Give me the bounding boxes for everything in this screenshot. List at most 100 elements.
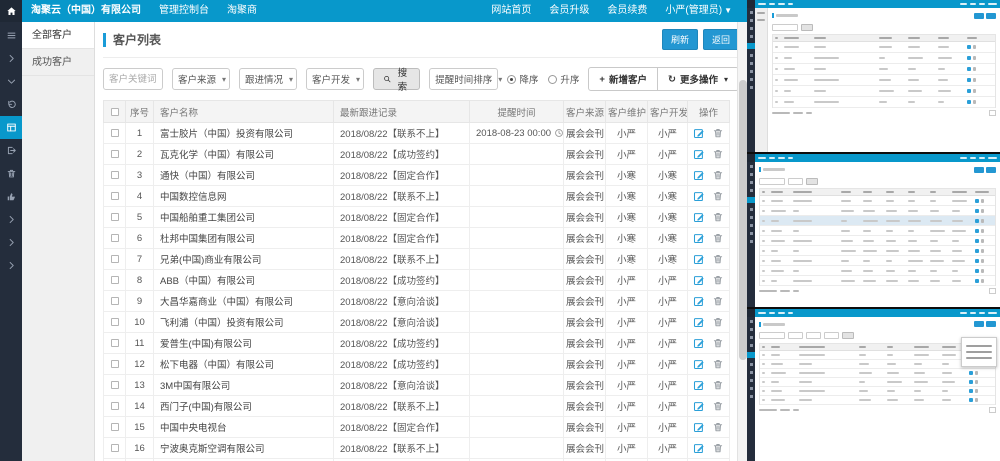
nav-admin-console[interactable]: 管理控制台: [150, 0, 218, 22]
delete-button[interactable]: [712, 337, 724, 349]
rail-item-chevron-down[interactable]: [0, 70, 22, 93]
delete-button[interactable]: [712, 169, 724, 181]
edit-button[interactable]: [693, 421, 705, 433]
mini-window-1[interactable]: [747, 0, 1000, 152]
edit-button[interactable]: [693, 337, 705, 349]
row-checkbox[interactable]: [111, 276, 119, 284]
edit-button[interactable]: [693, 274, 705, 286]
row-checkbox[interactable]: [111, 381, 119, 389]
edit-button[interactable]: [693, 358, 705, 370]
keyword-input[interactable]: [103, 68, 163, 90]
row-checkbox[interactable]: [111, 129, 119, 137]
edit-button[interactable]: [693, 316, 705, 328]
delete-button[interactable]: [712, 127, 724, 139]
search-button[interactable]: 搜索: [373, 68, 420, 90]
delete-button[interactable]: [712, 421, 724, 433]
row-checkbox[interactable]: [111, 255, 119, 263]
mini-window-2[interactable]: [747, 154, 1000, 306]
rail-item-trash[interactable]: [0, 162, 22, 185]
rail-item-hamburger[interactable]: [0, 24, 22, 47]
delete-button[interactable]: [712, 316, 724, 328]
edit-button[interactable]: [693, 253, 705, 265]
edit-button[interactable]: [693, 127, 705, 139]
chevron-down-icon: [6, 76, 17, 87]
edit-button[interactable]: [693, 379, 705, 391]
delete-button[interactable]: [712, 190, 724, 202]
delete-button[interactable]: [712, 232, 724, 244]
maintainer-cell: 小寒: [606, 165, 648, 186]
refresh-button[interactable]: 刷新: [662, 29, 698, 50]
brand-link[interactable]: 淘聚云（中国）有限公司: [22, 0, 150, 22]
nav-shop[interactable]: 淘聚商: [218, 0, 266, 22]
delete-button[interactable]: [712, 148, 724, 160]
rail-item-undo[interactable]: [0, 93, 22, 116]
rail-item-chevron-right[interactable]: [0, 47, 22, 70]
row-checkbox[interactable]: [111, 192, 119, 200]
edit-button[interactable]: [693, 232, 705, 244]
row-checkbox[interactable]: [111, 171, 119, 179]
row-checkbox[interactable]: [111, 234, 119, 242]
row-checkbox[interactable]: [111, 444, 119, 452]
add-customer-button[interactable]: +新增客户: [588, 67, 658, 91]
sidebar-item-success-customers[interactable]: 成功客户: [22, 49, 94, 76]
rail-item-table-active[interactable]: [0, 116, 22, 139]
rail-item-chevron-right[interactable]: [0, 254, 22, 277]
edit-button[interactable]: [693, 211, 705, 223]
row-checkbox[interactable]: [111, 318, 119, 326]
row-checkbox[interactable]: [111, 150, 119, 158]
sort-asc-radio[interactable]: 升序: [548, 72, 579, 86]
rail-item-thumbs-up[interactable]: [0, 185, 22, 208]
row-checkbox[interactable]: [111, 339, 119, 347]
rail-item-chevron-right[interactable]: [0, 231, 22, 254]
followup-select[interactable]: 跟进情况▾: [239, 68, 297, 90]
user-menu[interactable]: 小严(管理员)▼: [656, 0, 741, 22]
row-checkbox[interactable]: [111, 402, 119, 410]
develop-select[interactable]: 客户开发▾: [306, 68, 364, 90]
search-icon: [383, 74, 391, 84]
delete-button[interactable]: [712, 379, 724, 391]
row-checkbox[interactable]: [111, 423, 119, 431]
source-select[interactable]: 客户来源▾: [172, 68, 230, 90]
delete-button[interactable]: [712, 442, 724, 454]
select-all-checkbox[interactable]: [111, 108, 119, 116]
reminder-cell: [470, 375, 564, 396]
source-cell: 展会会刊: [564, 270, 606, 291]
edit-button[interactable]: [693, 190, 705, 202]
row-checkbox[interactable]: [111, 297, 119, 305]
edit-button[interactable]: [693, 169, 705, 181]
customer-table: 序号客户名称最新跟进记录提醒时间客户来源客户维护客户开发操作 1富士胶片（中国）…: [103, 100, 730, 461]
home-button[interactable]: [0, 0, 22, 22]
edit-button[interactable]: [693, 442, 705, 454]
scrollbar-thumb[interactable]: [739, 80, 747, 360]
delete-button[interactable]: [712, 253, 724, 265]
row-checkbox[interactable]: [111, 213, 119, 221]
edit-button[interactable]: [693, 400, 705, 412]
delete-button[interactable]: [712, 400, 724, 412]
delete-button[interactable]: [712, 274, 724, 286]
mini-window-3[interactable]: [747, 309, 1000, 461]
nav-left: 淘聚云（中国）有限公司 管理控制台 淘聚商: [22, 0, 266, 22]
reminder-cell: [470, 396, 564, 417]
edit-button[interactable]: [693, 295, 705, 307]
nav-site-home[interactable]: 网站首页: [482, 0, 540, 22]
sidebar-item-all-customers[interactable]: 全部客户: [22, 22, 94, 49]
sort-select[interactable]: 提醒时间排序▾: [429, 68, 498, 90]
delete-button[interactable]: [712, 295, 724, 307]
maintainer-cell: 小严: [606, 375, 648, 396]
more-actions-button[interactable]: ↻更多操作▾: [658, 67, 739, 91]
reminder-cell: [470, 312, 564, 333]
source-cell: 展会会刊: [564, 333, 606, 354]
sort-desc-radio[interactable]: 降序: [507, 72, 538, 86]
edit-icon: [693, 232, 705, 244]
row-checkbox[interactable]: [111, 360, 119, 368]
back-button[interactable]: 返回: [703, 29, 739, 50]
rail-item-chevron-right[interactable]: [0, 208, 22, 231]
logout-icon: [6, 145, 17, 156]
nav-member-renew[interactable]: 会员续费: [598, 0, 656, 22]
vertical-scrollbar[interactable]: [737, 22, 747, 461]
delete-button[interactable]: [712, 358, 724, 370]
delete-button[interactable]: [712, 211, 724, 223]
edit-button[interactable]: [693, 148, 705, 160]
nav-member-upgrade[interactable]: 会员升级: [540, 0, 598, 22]
rail-item-logout[interactable]: [0, 139, 22, 162]
